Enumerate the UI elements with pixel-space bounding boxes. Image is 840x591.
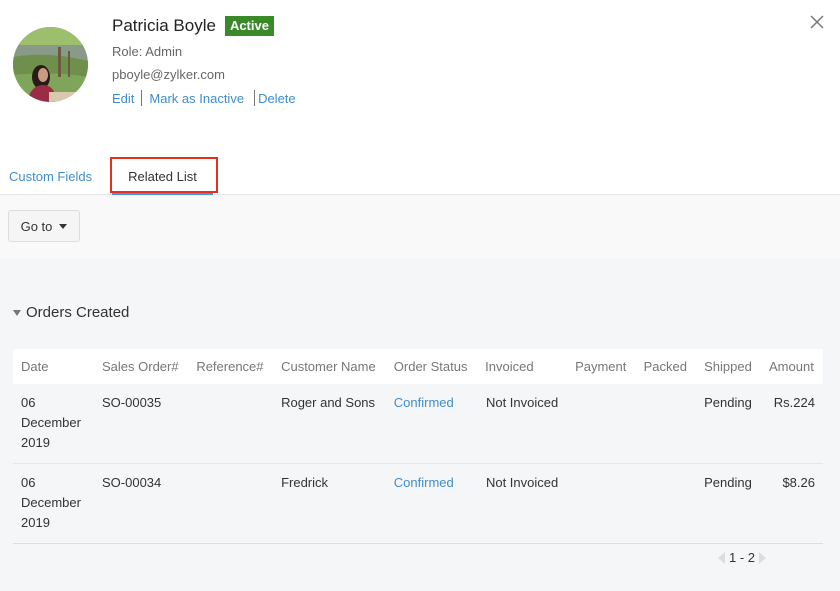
col-amount: Amount — [761, 349, 823, 384]
user-role: Role: Admin — [112, 44, 182, 59]
table-header-row: Date Sales Order# Reference# Customer Na… — [13, 349, 823, 384]
next-page-icon[interactable] — [759, 552, 766, 564]
col-packed: Packed — [636, 349, 696, 384]
close-icon — [808, 13, 826, 31]
cell-order-status[interactable]: Confirmed — [386, 384, 477, 464]
pagination: 1 - 2 — [718, 550, 766, 565]
user-header: Patricia Boyle Active Role: Admin pboyle… — [0, 0, 840, 160]
user-name: Patricia Boyle — [112, 16, 216, 36]
cell-payment — [567, 464, 636, 544]
tab-related-list[interactable]: Related List — [112, 160, 213, 195]
prev-page-icon[interactable] — [718, 552, 725, 564]
section-toggle-orders-created[interactable]: Orders Created — [13, 304, 129, 321]
collapse-triangle-icon — [13, 310, 21, 316]
user-email: pboyle@zylker.com — [112, 67, 225, 82]
goto-label: Go to — [21, 219, 53, 234]
cell-packed — [636, 464, 696, 544]
col-shipped: Shipped — [696, 349, 761, 384]
mark-inactive-link[interactable]: Mark as Inactive — [149, 91, 244, 106]
goto-bar: Go to — [0, 196, 840, 258]
close-button[interactable] — [808, 13, 826, 31]
col-date: Date — [13, 349, 94, 384]
cell-invoiced: Not Invoiced — [477, 384, 567, 464]
col-reference: Reference# — [188, 349, 273, 384]
cell-amount: $8.26 — [761, 464, 823, 544]
cell-customer: Roger and Sons — [273, 384, 386, 464]
goto-dropdown-button[interactable]: Go to — [8, 210, 80, 242]
caret-down-icon — [59, 224, 67, 229]
cell-date: 06 December 2019 — [13, 464, 94, 544]
delete-link[interactable]: Delete — [258, 91, 296, 106]
avatar — [13, 27, 88, 102]
cell-shipped: Pending — [696, 384, 761, 464]
page-range: 1 - 2 — [729, 550, 755, 565]
status-badge: Active — [225, 16, 274, 36]
cell-order-status[interactable]: Confirmed — [386, 464, 477, 544]
cell-packed — [636, 384, 696, 464]
table-row[interactable]: 06 December 2019 SO-00035 Roger and Sons… — [13, 384, 823, 464]
orders-table: Date Sales Order# Reference# Customer Na… — [13, 349, 823, 544]
col-customer-name: Customer Name — [273, 349, 386, 384]
cell-sales-order: SO-00034 — [94, 464, 188, 544]
user-actions: Edit Mark as Inactive Delete — [112, 90, 296, 106]
cell-shipped: Pending — [696, 464, 761, 544]
col-invoiced: Invoiced — [477, 349, 567, 384]
col-payment: Payment — [567, 349, 636, 384]
tab-custom-fields[interactable]: Custom Fields — [9, 160, 92, 195]
cell-date: 06 December 2019 — [13, 384, 94, 464]
cell-customer: Fredrick — [273, 464, 386, 544]
cell-amount: Rs.224 — [761, 384, 823, 464]
edit-link[interactable]: Edit — [112, 91, 134, 106]
cell-reference — [188, 384, 273, 464]
cell-payment — [567, 384, 636, 464]
col-sales-order: Sales Order# — [94, 349, 188, 384]
cell-reference — [188, 464, 273, 544]
table-row[interactable]: 06 December 2019 SO-00034 Fredrick Confi… — [13, 464, 823, 544]
tab-bar: Custom Fields Related List — [0, 160, 840, 195]
col-order-status: Order Status — [386, 349, 477, 384]
cell-invoiced: Not Invoiced — [477, 464, 567, 544]
divider — [254, 90, 255, 106]
divider — [141, 90, 142, 106]
section-title: Orders Created — [26, 304, 129, 321]
cell-sales-order: SO-00035 — [94, 384, 188, 464]
